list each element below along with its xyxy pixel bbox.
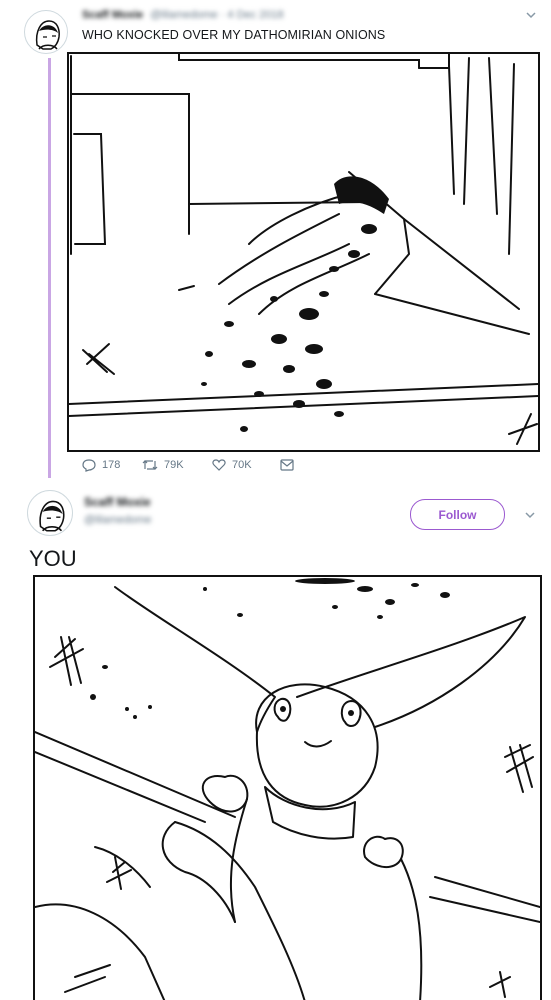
onion-bin-sketch	[69, 54, 538, 445]
retweet-count: 79K	[164, 459, 184, 471]
thread-connector-line	[48, 58, 51, 478]
like-count: 70K	[232, 459, 252, 471]
tweet-actions: 178 79K 70K	[82, 458, 300, 472]
reply-count: 178	[102, 459, 121, 471]
chevron-down-icon	[526, 12, 536, 19]
creature-sketch	[35, 578, 540, 1000]
tweet-image-creature[interactable]	[33, 575, 542, 1000]
heart-icon	[212, 459, 226, 471]
tweet-menu-button[interactable]	[524, 8, 538, 27]
retweet-button[interactable]: 79K	[142, 458, 212, 472]
avatar[interactable]	[24, 10, 68, 54]
display-name[interactable]: Scaff Moxie	[84, 495, 151, 509]
chevron-down-icon	[525, 512, 535, 519]
tweet-image-onions[interactable]	[67, 52, 540, 452]
retweet-icon	[142, 460, 158, 470]
handle[interactable]: @lilamedome	[84, 514, 151, 526]
envelope-icon	[280, 459, 294, 471]
avatar[interactable]	[27, 490, 73, 536]
reply-button[interactable]: 178	[82, 458, 142, 472]
tweet-header: Scaff Moxie @lilamedome · 4 Dec 2018	[82, 9, 284, 21]
tweet-menu-button[interactable]	[523, 508, 537, 527]
avatar-image	[35, 20, 60, 50]
reply-icon	[82, 459, 96, 472]
direct-message-button[interactable]	[280, 459, 300, 471]
handle-and-time[interactable]: @lilamedome · 4 Dec 2018	[150, 9, 283, 21]
display-name[interactable]: Scaff Moxie	[82, 9, 143, 21]
tweet-text: YOU	[29, 546, 77, 571]
like-button[interactable]: 70K	[212, 458, 280, 472]
tweet-text: WHO KNOCKED OVER MY DATHOMIRIAN ONIONS	[82, 28, 386, 42]
avatar-image	[39, 500, 65, 532]
follow-button[interactable]: Follow	[410, 499, 505, 530]
